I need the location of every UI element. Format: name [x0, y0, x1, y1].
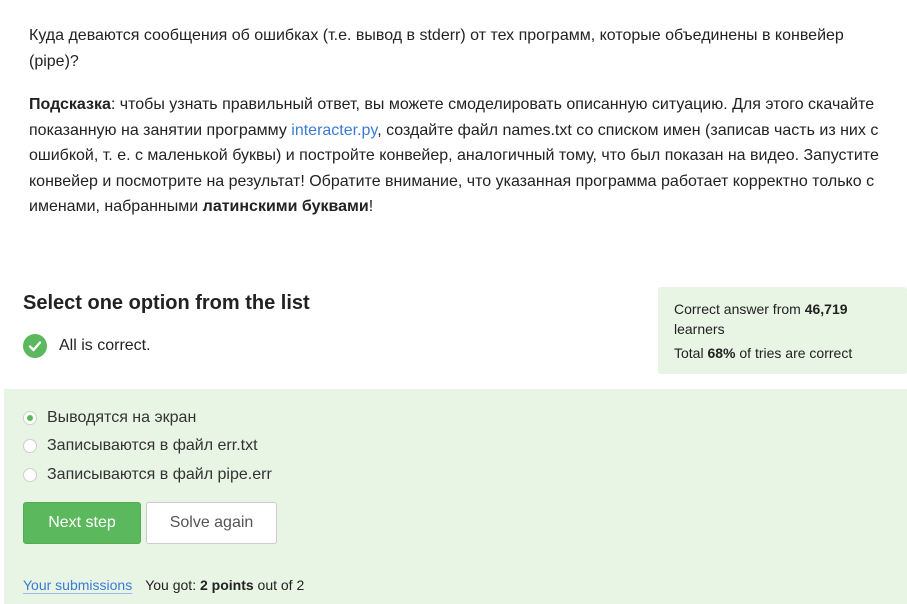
- stats-correct-prefix: Correct answer from: [674, 301, 805, 317]
- option-pipe-err[interactable]: Записываются в файл pipe.err: [23, 466, 272, 484]
- result-text: All is correct.: [59, 337, 151, 354]
- stats-total-row: Total 68% of tries are correct: [674, 343, 891, 363]
- points-summary: You got: 2 points out of 2: [145, 577, 304, 593]
- radio-unselected[interactable]: [23, 439, 37, 453]
- learners-label: learners: [674, 321, 725, 337]
- points-value: 2 points: [199, 577, 254, 593]
- stats-total-suffix: of tries are correct: [735, 345, 853, 361]
- option-screen[interactable]: Выводятся на экран: [23, 409, 196, 427]
- options-panel: Выводятся на экран Записываются в файл e…: [4, 389, 907, 604]
- stats-correct-row: Correct answer from 46,719 learners: [674, 299, 891, 339]
- option-label: Выводятся на экран: [47, 409, 197, 426]
- hint-text-3: !: [368, 198, 374, 215]
- solve-again-button[interactable]: Solve again: [146, 502, 277, 544]
- stats-box: Correct answer from 46,719 learners Total…: [658, 287, 907, 374]
- hint-label: Подсказка: [29, 96, 111, 113]
- learners-count: 46,719: [804, 301, 848, 317]
- points-prefix: You got:: [145, 577, 200, 593]
- next-step-button[interactable]: Next step: [23, 502, 141, 544]
- select-title: Select one option from the list: [23, 292, 310, 314]
- interacter-link[interactable]: interacter.py: [291, 122, 377, 139]
- stats-total-prefix: Total: [674, 345, 708, 361]
- hint-bold-text: латинскими буквами: [202, 198, 369, 215]
- submission-footer: Your submissions You got: 2 points out o…: [23, 577, 304, 593]
- check-circle-icon: [23, 334, 47, 358]
- radio-unselected[interactable]: [23, 468, 37, 482]
- option-err-txt[interactable]: Записываются в файл err.txt: [23, 437, 258, 455]
- radio-selected[interactable]: [23, 411, 37, 425]
- option-label: Записываются в файл err.txt: [47, 437, 258, 454]
- your-submissions-link[interactable]: Your submissions: [23, 577, 132, 593]
- correct-percent: 68%: [707, 345, 736, 361]
- hint-paragraph: Подсказка: чтобы узнать правильный ответ…: [29, 92, 879, 220]
- question-text: Куда деваются сообщения об ошибках (т.е.…: [29, 27, 844, 70]
- points-total: out of 2: [253, 577, 305, 593]
- result-status: All is correct.: [23, 334, 151, 358]
- option-label: Записываются в файл pipe.err: [47, 466, 272, 483]
